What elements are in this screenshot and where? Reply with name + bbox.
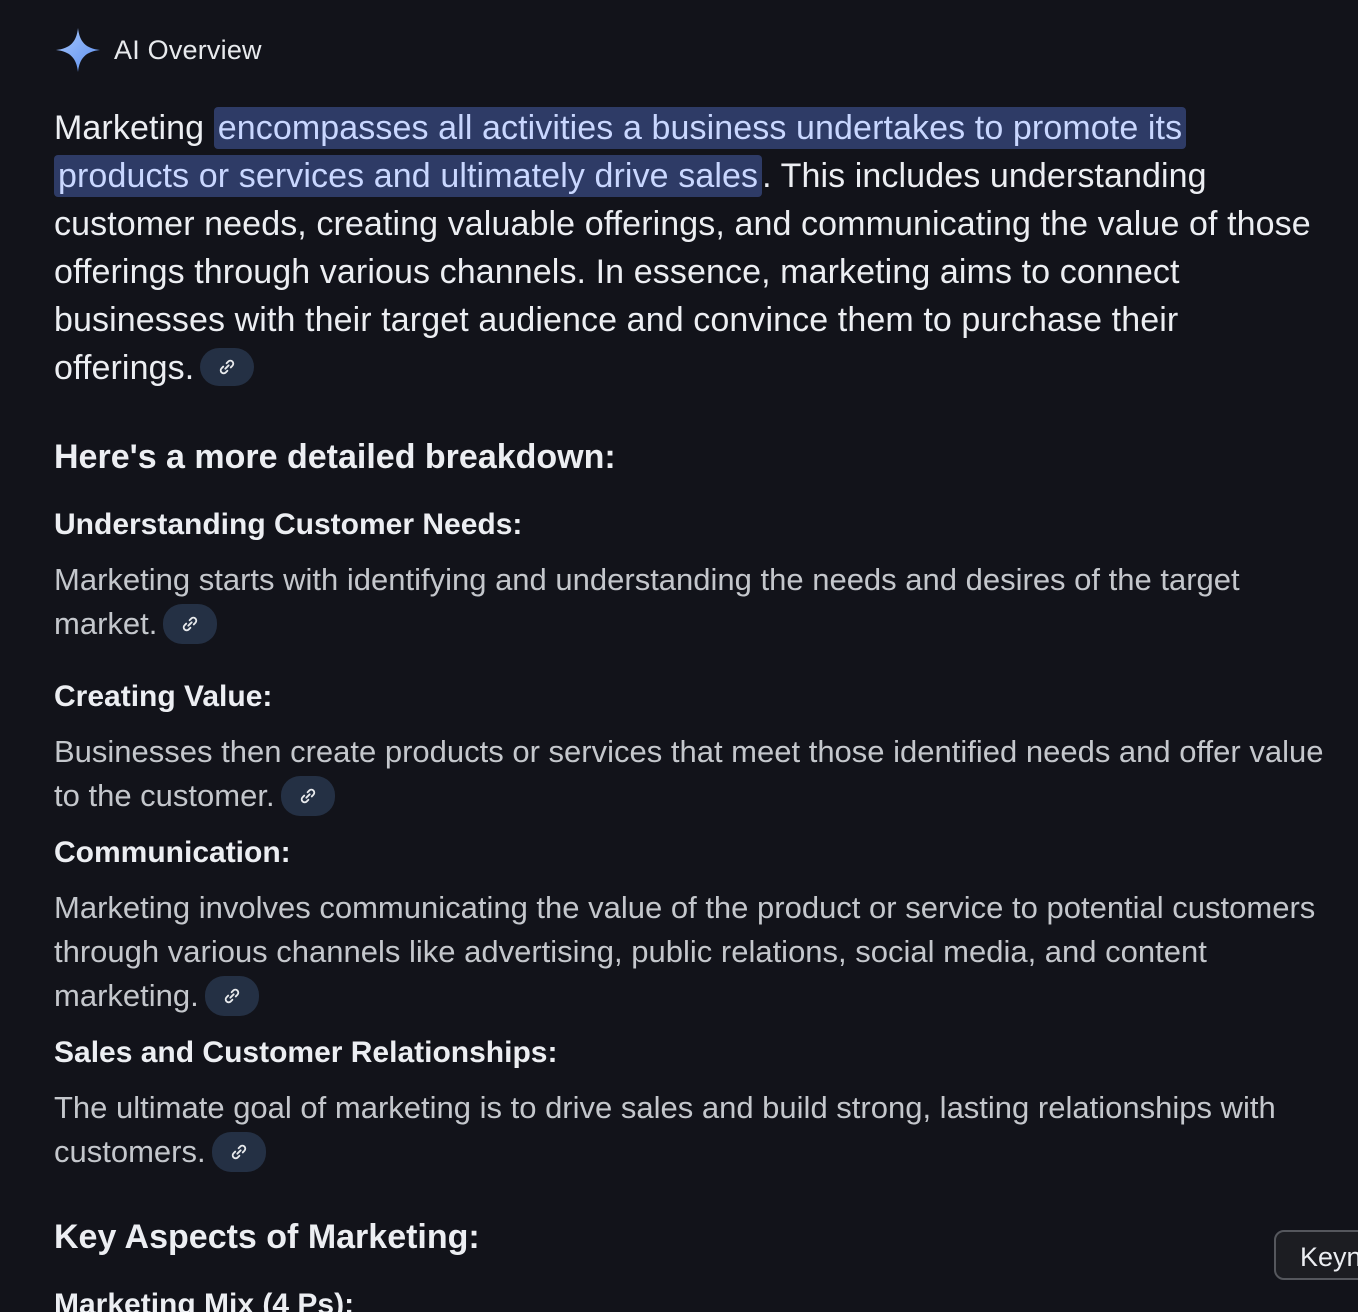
source-link-button[interactable]	[211, 1131, 266, 1172]
app-tooltip: Keyn	[1274, 1230, 1358, 1280]
link-icon	[224, 988, 239, 1003]
breakdown-heading: Here's a more detailed breakdown:	[54, 438, 616, 476]
sparkle-icon	[54, 26, 102, 74]
tooltip-text: Keyn	[1300, 1242, 1358, 1272]
link-icon	[231, 1144, 246, 1159]
source-link-button[interactable]	[163, 603, 218, 644]
link-icon	[220, 359, 235, 375]
intro-lead: Marketing	[54, 109, 214, 147]
link-icon	[183, 616, 198, 631]
section-body-customer-needs: Marketing starts with identifying and un…	[54, 558, 1324, 646]
section-title-customer-needs: Understanding Customer Needs:	[54, 508, 523, 541]
source-link-button[interactable]	[204, 975, 259, 1016]
ai-overview-page: AI Overview Marketing encompasses all ac…	[0, 0, 1358, 1312]
section-title-marketing-mix: Marketing Mix (4 Ps):	[54, 1288, 355, 1312]
intro-paragraph: Marketing encompasses all activities a b…	[54, 104, 1314, 392]
section-body-creating-value: Businesses then create products or servi…	[54, 730, 1324, 818]
section-text: Businesses then create products or servi…	[54, 734, 1324, 813]
source-link-button[interactable]	[280, 775, 335, 816]
section-title-communication: Communication:	[54, 836, 291, 869]
ai-overview-title: AI Overview	[114, 34, 262, 65]
section-body-communication: Marketing involves communicating the val…	[54, 886, 1324, 1018]
section-title-sales-relationships: Sales and Customer Relationships:	[54, 1036, 558, 1069]
key-aspects-heading: Key Aspects of Marketing:	[54, 1218, 480, 1256]
source-link-button[interactable]	[200, 348, 255, 387]
link-icon	[300, 788, 315, 803]
section-title-creating-value: Creating Value:	[54, 680, 273, 713]
section-text: Marketing starts with identifying and un…	[54, 562, 1240, 641]
section-body-sales-relationships: The ultimate goal of marketing is to dri…	[54, 1086, 1324, 1174]
ai-overview-header: AI Overview	[54, 26, 262, 74]
